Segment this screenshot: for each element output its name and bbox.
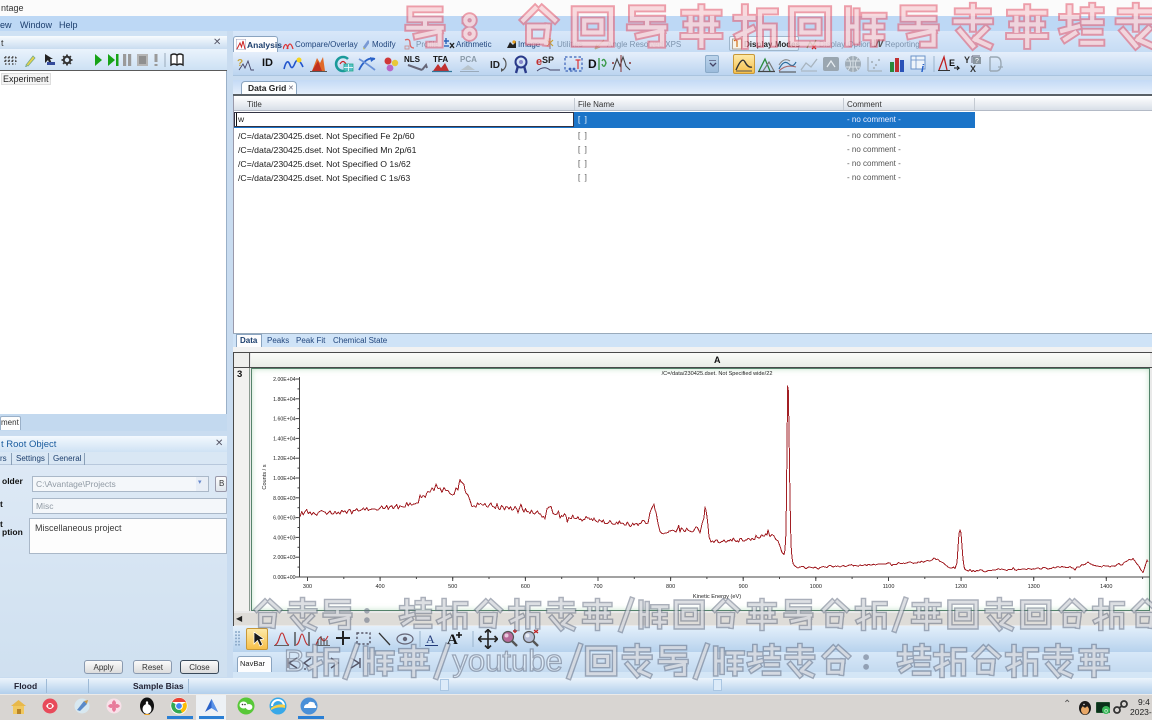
svg-text:B: B [284, 643, 305, 678]
svg-text:youtube: youtube [452, 643, 562, 678]
